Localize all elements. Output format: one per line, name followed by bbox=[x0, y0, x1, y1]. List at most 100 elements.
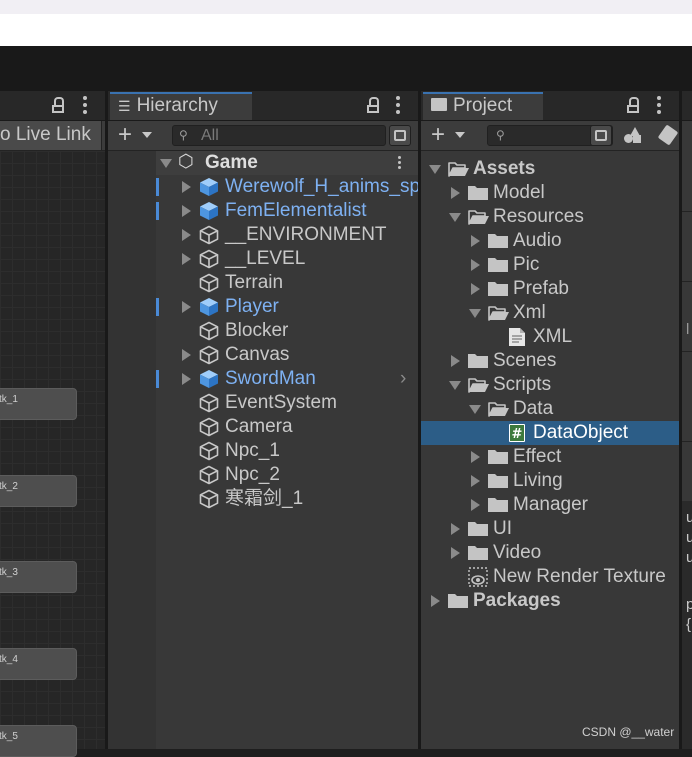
state-node[interactable]: tk_2 bbox=[0, 475, 77, 507]
project-item[interactable]: # DataObject bbox=[421, 421, 679, 445]
expand-arrow-icon[interactable] bbox=[160, 159, 172, 168]
lock-icon[interactable] bbox=[52, 97, 64, 113]
more-menu-icon[interactable] bbox=[396, 96, 400, 117]
project-item[interactable]: Data bbox=[421, 397, 679, 421]
tab-project[interactable]: Project bbox=[423, 92, 543, 120]
hierarchy-item-label: __ENVIRONMENT bbox=[225, 224, 387, 245]
project-item[interactable]: Pic bbox=[421, 253, 679, 277]
expand-arrow-icon[interactable] bbox=[471, 259, 480, 271]
hierarchy-item[interactable]: EventSystem bbox=[156, 391, 418, 415]
state-node[interactable]: tk_4 bbox=[0, 648, 77, 680]
project-item[interactable]: Packages bbox=[421, 589, 679, 613]
hierarchy-item[interactable]: Canvas bbox=[156, 343, 418, 367]
hierarchy-item[interactable]: Npc_2 bbox=[156, 463, 418, 487]
project-item-label: Scripts bbox=[493, 374, 552, 395]
project-item[interactable]: Manager bbox=[421, 493, 679, 517]
project-item[interactable]: Video bbox=[421, 541, 679, 565]
hierarchy-item[interactable]: Terrain bbox=[156, 271, 418, 295]
live-link-button[interactable]: o Live Link bbox=[0, 121, 102, 150]
expand-arrow-icon[interactable] bbox=[471, 499, 480, 511]
expand-arrow-icon[interactable] bbox=[182, 349, 191, 361]
hierarchy-item[interactable]: Player bbox=[156, 295, 418, 319]
prefab-cube-icon bbox=[199, 369, 219, 389]
collapse-arrow-icon[interactable] bbox=[429, 165, 441, 174]
hierarchy-item[interactable]: Npc_1 bbox=[156, 439, 418, 463]
expand-arrow-icon[interactable] bbox=[431, 595, 440, 607]
scene-menu-icon[interactable] bbox=[398, 156, 402, 172]
hierarchy-item[interactable]: Camera bbox=[156, 415, 418, 439]
expand-arrow-icon[interactable] bbox=[451, 547, 460, 559]
create-plus-icon[interactable]: + bbox=[118, 123, 132, 147]
expand-arrow-icon[interactable] bbox=[182, 229, 191, 241]
expand-arrow-icon[interactable] bbox=[471, 475, 480, 487]
state-node[interactable]: tk_3 bbox=[0, 561, 77, 593]
project-item[interactable]: Scripts bbox=[421, 373, 679, 397]
hierarchy-item[interactable]: SwordMan › bbox=[156, 367, 418, 391]
panel-divider[interactable] bbox=[418, 91, 421, 749]
expand-arrow-icon[interactable] bbox=[451, 523, 460, 535]
expand-arrow-icon[interactable] bbox=[451, 187, 460, 199]
hierarchy-item[interactable]: 寒霜剑_1 bbox=[156, 487, 418, 511]
expand-arrow-icon[interactable] bbox=[471, 283, 480, 295]
hierarchy-item[interactable]: FemElementalist bbox=[156, 199, 418, 223]
hierarchy-item-label: Terrain bbox=[225, 272, 284, 293]
project-item[interactable]: New Render Texture bbox=[421, 565, 679, 589]
expand-arrow-icon[interactable] bbox=[182, 301, 191, 313]
project-item[interactable]: Living bbox=[421, 469, 679, 493]
filter-by-type-icon[interactable] bbox=[622, 125, 646, 146]
collapse-arrow-icon[interactable] bbox=[449, 381, 461, 390]
chevron-right-icon[interactable]: › bbox=[400, 367, 406, 391]
scene-header-row[interactable]: ⬡ Game bbox=[156, 151, 418, 175]
hierarchy-item[interactable]: Werewolf_H_anims_sp bbox=[156, 175, 420, 199]
animator-graph-canvas[interactable]: tk_1 tk_2 tk_3 tk_4 tk_5 bbox=[0, 151, 105, 757]
collapse-arrow-icon[interactable] bbox=[449, 213, 461, 222]
lock-icon[interactable] bbox=[627, 97, 639, 113]
panel-divider[interactable] bbox=[105, 91, 108, 749]
chevron-down-icon[interactable] bbox=[142, 132, 152, 138]
project-item[interactable]: Scenes bbox=[421, 349, 679, 373]
filter-by-label-icon[interactable] bbox=[657, 124, 679, 146]
collapse-arrow-icon[interactable] bbox=[469, 309, 481, 318]
project-item[interactable]: Xml bbox=[421, 301, 679, 325]
collapse-arrow-icon[interactable] bbox=[469, 405, 481, 414]
maximize-search-icon[interactable] bbox=[590, 125, 612, 146]
project-item[interactable]: UI bbox=[421, 517, 679, 541]
hierarchy-tree: ⬡ Game Werewolf_H_anims_sp FemElementalis… bbox=[108, 151, 420, 749]
project-item[interactable]: Resources bbox=[421, 205, 679, 229]
expand-arrow-icon[interactable] bbox=[182, 205, 191, 217]
hierarchy-item[interactable]: __LEVEL bbox=[156, 247, 418, 271]
project-item[interactable]: Assets bbox=[421, 157, 679, 181]
project-item[interactable]: Prefab bbox=[421, 277, 679, 301]
expand-arrow-icon[interactable] bbox=[182, 253, 191, 265]
more-menu-icon[interactable] bbox=[657, 96, 661, 117]
state-node[interactable]: tk_5 bbox=[0, 725, 77, 757]
more-menu-icon[interactable] bbox=[83, 96, 87, 117]
expand-arrow-icon[interactable] bbox=[471, 235, 480, 247]
expand-arrow-icon[interactable] bbox=[182, 373, 191, 385]
render-texture-icon bbox=[468, 567, 490, 587]
panel-divider[interactable] bbox=[679, 91, 682, 749]
browser-address-area bbox=[0, 14, 692, 46]
state-node[interactable]: tk_1 bbox=[0, 388, 77, 420]
project-item-label: Video bbox=[493, 542, 542, 563]
project-item[interactable]: Effect bbox=[421, 445, 679, 469]
project-item-label: Pic bbox=[513, 254, 540, 275]
expand-arrow-icon[interactable] bbox=[451, 355, 460, 367]
hierarchy-item[interactable]: __ENVIRONMENT bbox=[156, 223, 418, 247]
hierarchy-search-input[interactable]: ⚲ All bbox=[172, 125, 386, 146]
expand-arrow-icon[interactable] bbox=[182, 181, 191, 193]
svg-text:#: # bbox=[512, 427, 523, 442]
project-item[interactable]: Model bbox=[421, 181, 679, 205]
project-item[interactable]: XML bbox=[421, 325, 679, 349]
tab-hierarchy[interactable]: ☰ Hierarchy bbox=[110, 92, 252, 120]
lock-icon[interactable] bbox=[367, 97, 379, 113]
hierarchy-item[interactable]: Blocker bbox=[156, 319, 418, 343]
chevron-down-icon[interactable] bbox=[455, 132, 465, 138]
hierarchy-tab-bar: ☰ Hierarchy bbox=[108, 91, 418, 121]
maximize-search-icon[interactable] bbox=[389, 125, 411, 146]
tab-project-label: Project bbox=[453, 95, 513, 116]
expand-arrow-icon[interactable] bbox=[471, 451, 480, 463]
create-plus-icon[interactable]: + bbox=[431, 123, 445, 147]
project-item[interactable]: Audio bbox=[421, 229, 679, 253]
prefab-override-marker bbox=[156, 202, 159, 220]
